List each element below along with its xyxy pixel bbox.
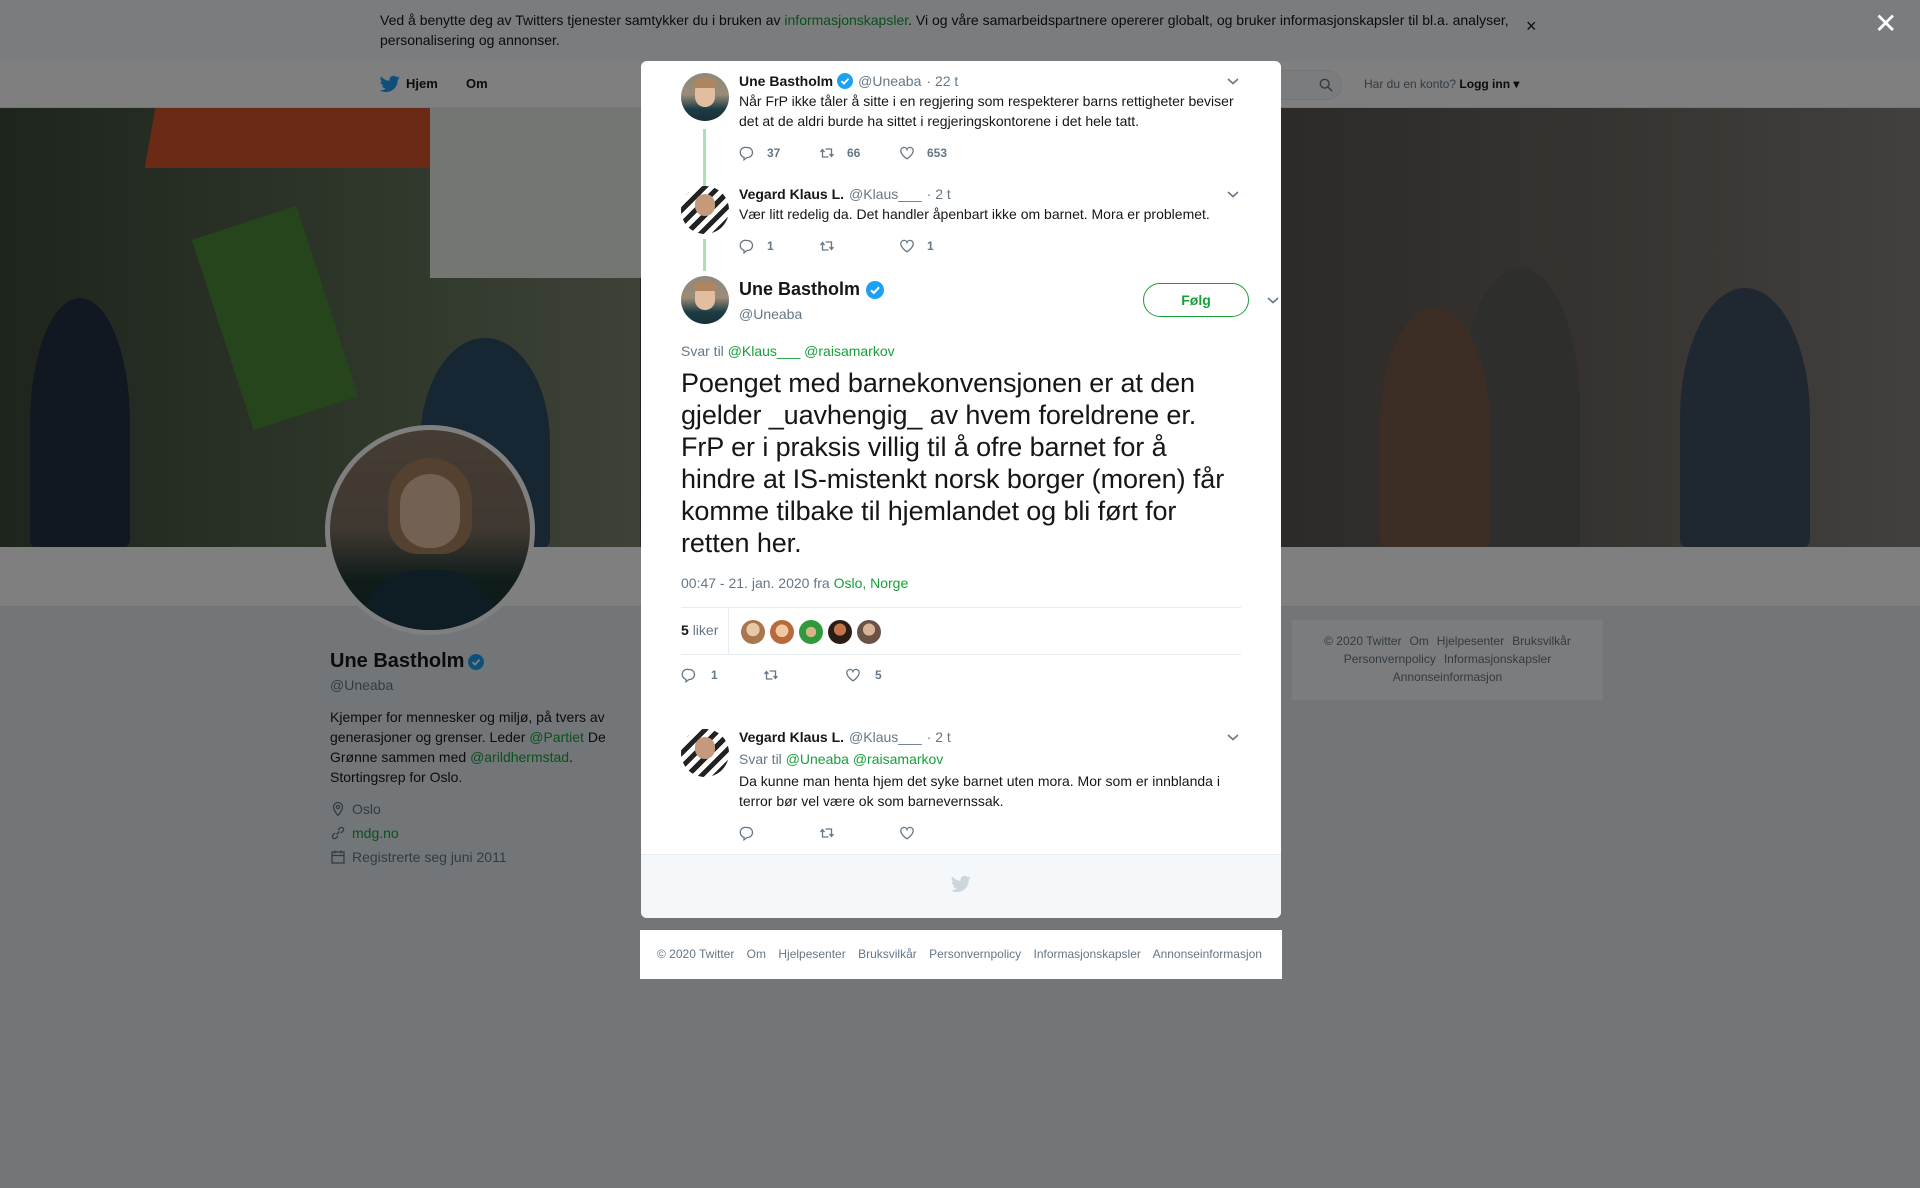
heart-icon	[900, 826, 914, 840]
tweet-timestamp[interactable]: · 22 t	[926, 73, 958, 89]
footer-link[interactable]: Om	[747, 947, 766, 961]
reply-button[interactable]	[739, 825, 819, 841]
close-modal-button[interactable]: ✕	[1874, 10, 1897, 38]
heart-icon	[846, 668, 860, 682]
reply-button[interactable]: 37	[739, 145, 819, 161]
footer-link[interactable]: Hjelpesenter	[778, 947, 845, 961]
tweet-stats: 5 liker	[681, 607, 1241, 655]
liker-avatar[interactable]	[799, 620, 823, 644]
main-tweet-header: Une Bastholm @Uneaba Følg	[681, 276, 1279, 336]
tweet-permalink-modal: Une Bastholm @Uneaba · 22 t Når FrP ikke…	[641, 61, 1281, 918]
location-link[interactable]: Oslo, Norge	[834, 575, 909, 591]
heart-icon	[900, 146, 914, 160]
retweet-button[interactable]	[819, 825, 899, 841]
retweet-button[interactable]	[763, 667, 845, 683]
tweet-author-name[interactable]: Une Bastholm	[739, 279, 885, 300]
likes-count[interactable]: 5 liker	[681, 622, 718, 638]
reply-icon	[739, 239, 754, 254]
reply-context: Svar til @Uneaba @raisamarkov	[739, 751, 944, 767]
mention-link[interactable]: @raisamarkov	[804, 343, 894, 359]
like-button[interactable]: 5	[845, 667, 927, 683]
chevron-down-icon[interactable]	[1225, 73, 1241, 89]
tweet-author-name[interactable]: Une Bastholm	[739, 73, 833, 89]
tweet-text: Når FrP ikke tåler å sitte i en regjerin…	[739, 93, 1234, 129]
footer-link[interactable]: Bruksvilkår	[858, 947, 917, 961]
like-button[interactable]: 1	[899, 238, 979, 254]
retweet-button[interactable]: 66	[819, 145, 899, 161]
retweet-button[interactable]	[819, 238, 899, 254]
liker-avatar[interactable]	[857, 620, 881, 644]
verified-badge-icon	[866, 280, 885, 299]
retweet-icon	[819, 828, 835, 838]
tweet-author-name[interactable]: Vegard Klaus L.	[739, 186, 844, 202]
mention-link[interactable]: @Klaus___	[728, 343, 801, 359]
reply-context: Svar til @Klaus___ @raisamarkov	[681, 343, 895, 359]
reply-icon	[739, 826, 754, 841]
tweet-author-handle[interactable]: @Klaus___	[849, 729, 922, 745]
liker-avatar[interactable]	[828, 620, 852, 644]
avatar[interactable]	[681, 73, 729, 121]
retweet-icon	[819, 241, 835, 251]
modal-bottom-bar	[641, 854, 1281, 918]
like-button[interactable]: 653	[899, 145, 979, 161]
chevron-down-icon[interactable]	[1225, 186, 1241, 202]
retweet-icon	[819, 148, 835, 158]
retweet-icon	[763, 670, 779, 680]
verified-badge-icon	[837, 73, 854, 89]
avatar[interactable]	[681, 276, 729, 324]
reply-button[interactable]: 1	[681, 667, 763, 683]
footer-link[interactable]: Informasjonskapsler	[1034, 947, 1141, 961]
thread-tweet[interactable]: Une Bastholm @Uneaba · 22 t Når FrP ikke…	[681, 73, 1241, 183]
tweet-author-handle[interactable]: @Uneaba	[858, 73, 921, 89]
tweet-author-handle[interactable]: @Klaus___	[849, 186, 922, 202]
divider	[728, 608, 729, 654]
follow-button[interactable]: Følg	[1143, 283, 1249, 317]
tweet-timestamp[interactable]: · 2 t	[927, 186, 951, 202]
footer-link[interactable]: Personvernpolicy	[929, 947, 1021, 961]
chevron-down-icon[interactable]	[1225, 729, 1241, 745]
footer-link[interactable]: Annonseinformasjon	[1153, 947, 1262, 961]
reply-icon	[739, 146, 754, 161]
tweet-author-name[interactable]: Vegard Klaus L.	[739, 729, 844, 745]
footer-link[interactable]: © 2020 Twitter	[657, 947, 734, 961]
reply-tweet[interactable]: Vegard Klaus L. @Klaus___ · 2 t Svar til…	[681, 729, 1241, 849]
main-tweet-timestamp: 00:47 - 21. jan. 2020 fra Oslo, Norge	[681, 575, 909, 591]
heart-icon	[900, 239, 914, 253]
main-tweet-actions: 1 5	[681, 667, 927, 683]
tweet-author-handle[interactable]: @Uneaba	[739, 306, 802, 322]
tweet-actions	[739, 825, 1241, 841]
main-tweet-text: Poenget med barnekonvensjonen er at den …	[681, 368, 1225, 558]
tweet-timestamp[interactable]: · 2 t	[927, 729, 951, 745]
tweet-actions: 1 1	[739, 238, 1241, 254]
tweet-text: Da kunne man henta hjem det syke barnet …	[739, 773, 1220, 809]
avatar[interactable]	[681, 729, 729, 777]
reply-button[interactable]: 1	[739, 238, 819, 254]
tweet-text: Vær litt redelig da. Det handler åpenbar…	[739, 206, 1210, 222]
tweet-actions: 37 66 653	[739, 145, 1241, 161]
liker-avatar[interactable]	[741, 620, 765, 644]
like-button[interactable]	[899, 825, 979, 841]
modal-footer: © 2020 Twitter Om Hjelpesenter Bruksvilk…	[640, 930, 1282, 979]
thread-tweet[interactable]: Vegard Klaus L. @Klaus___ · 2 t Vær litt…	[681, 186, 1241, 266]
mention-link[interactable]: @Uneaba	[786, 751, 849, 767]
liker-avatar[interactable]	[770, 620, 794, 644]
reply-icon	[681, 668, 696, 683]
chevron-down-icon[interactable]	[1265, 292, 1281, 308]
twitter-bird-icon	[951, 875, 971, 892]
avatar[interactable]	[681, 186, 729, 234]
mention-link[interactable]: @raisamarkov	[853, 751, 943, 767]
